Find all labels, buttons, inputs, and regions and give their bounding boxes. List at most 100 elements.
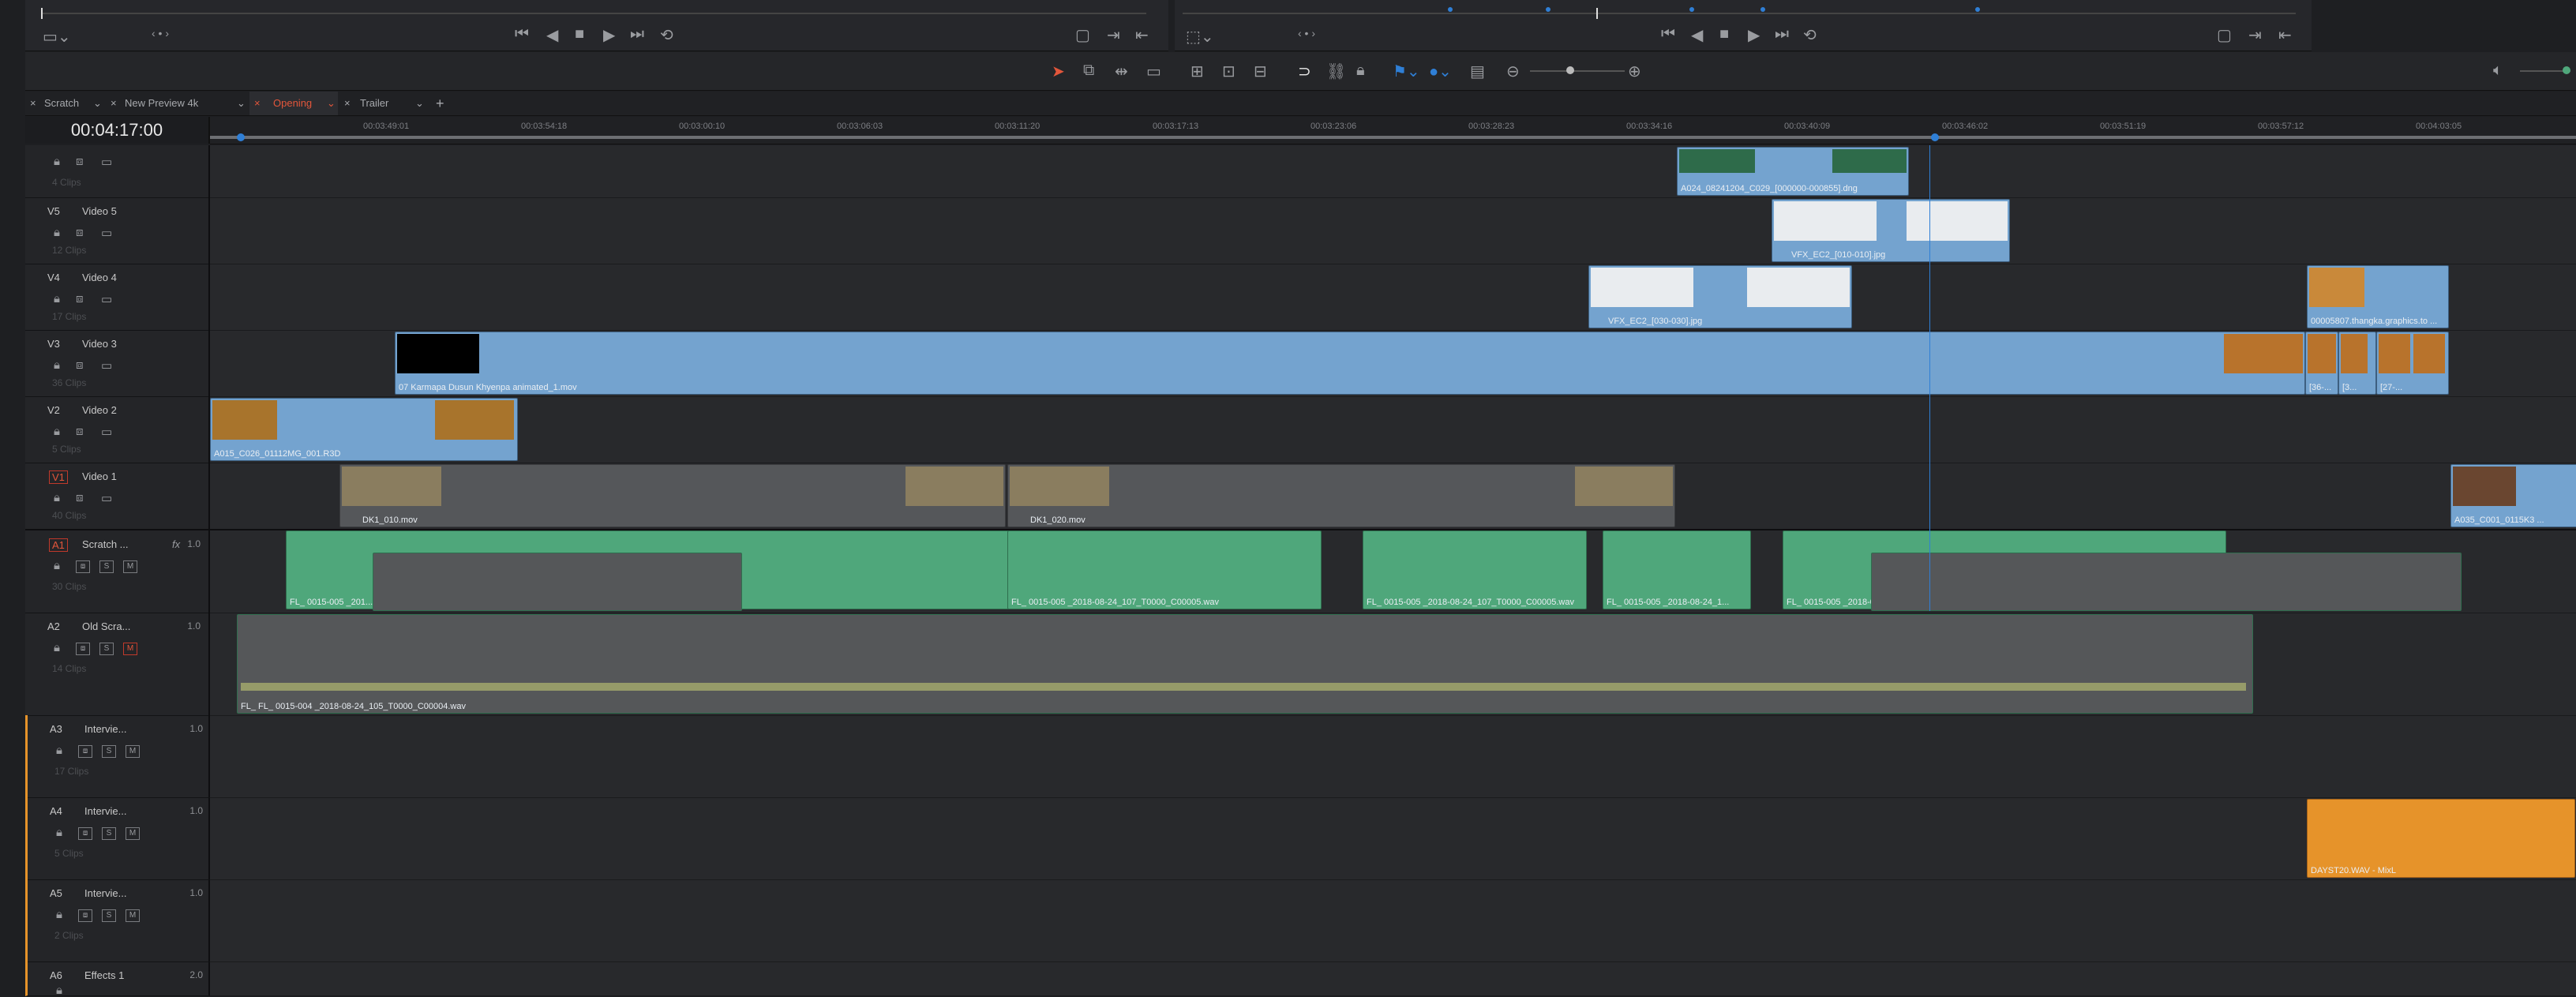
track-header-a4[interactable]: A4 Intervie... 1.0 🔒︎ ⧈ S M 5 Clips — [25, 797, 211, 880]
track-header-v1[interactable]: V1 Video 1 🔒︎ ⧈ ▭ 40 Clips — [25, 463, 208, 530]
track-header-a6[interactable]: A6 Effects 1 2.0 🔒︎ — [25, 961, 211, 997]
track-code[interactable]: V1 — [49, 470, 68, 484]
track-header-v3[interactable]: V3 Video 3 🔒︎ ⧈ ▭ 36 Clips — [25, 330, 208, 397]
track-name[interactable]: Video 1 — [82, 470, 117, 482]
match-frame-icon[interactable]: ▢ — [1075, 25, 1090, 45]
video-clip[interactable]: VFX_EC2_[010-010].jpg — [1772, 199, 2010, 262]
auto-select-icon[interactable]: ⧈ — [76, 155, 84, 168]
zoom-slider[interactable] — [1530, 70, 1625, 72]
video-clip[interactable]: [27-... — [2376, 332, 2449, 395]
video-clip[interactable]: A024_08241204_C029_[000000-000855].dng — [1677, 147, 1909, 196]
auto-select-icon[interactable]: ⧈ — [76, 226, 84, 239]
lock-icon[interactable]: 🔒︎ — [54, 155, 60, 168]
audio-clip[interactable] — [373, 553, 742, 611]
video-clip[interactable]: DK1_010.mov — [339, 464, 1006, 527]
lock-icon[interactable]: 🔒︎ — [56, 826, 62, 839]
marker[interactable] — [1975, 7, 1980, 12]
lock-icon[interactable]: 🔒︎ — [54, 292, 60, 305]
jump-end-icon[interactable]: ⏭ — [630, 25, 644, 43]
solo-button[interactable]: S — [99, 560, 114, 573]
audio-clip[interactable]: FL_ FL_ 0015-004 _2018-08-24_105_T0000_C… — [237, 614, 2253, 714]
tab-scratch[interactable]: × Scratch ⌄ — [25, 92, 104, 115]
timeline-timecode[interactable]: 00:04:17:00 — [25, 117, 210, 144]
track-visibility-icon[interactable]: ▭ — [101, 491, 112, 505]
mark-in-icon[interactable]: ⇤ — [2278, 25, 2292, 45]
lock-icon[interactable]: 🔒︎ — [54, 491, 60, 504]
jump-start-icon[interactable]: ⏮ — [1661, 25, 1675, 43]
timeline-range-bar[interactable] — [210, 136, 2576, 139]
mute-button[interactable]: M — [123, 560, 137, 573]
track-header-a5[interactable]: A5 Intervie... 1.0 🔒︎ ⧈ S M 2 Clips — [25, 879, 211, 962]
track-header-a2[interactable]: A2 Old Scra... 1.0 🔒︎ ⧈ S M 14 Clips — [25, 613, 208, 716]
viewer-mode-icon[interactable]: ⬚⌄ — [1186, 27, 1214, 47]
play-icon[interactable]: ▶ — [1748, 25, 1760, 45]
insert-clip-icon[interactable]: ⊞ — [1191, 62, 1204, 81]
dynamic-trim-icon[interactable]: ⇹ — [1115, 62, 1128, 81]
speaker-icon[interactable]: 🔈︎ — [2493, 62, 2503, 80]
chevron-down-icon[interactable]: ⌄ — [237, 92, 246, 115]
audio-clip[interactable] — [1871, 553, 2462, 611]
overwrite-clip-icon[interactable]: ⊡ — [1222, 62, 1236, 81]
close-icon[interactable]: × — [344, 92, 351, 115]
replace-clip-icon[interactable]: ⊟ — [1254, 62, 1267, 81]
lock-icon[interactable]: 🔒︎ — [54, 425, 60, 438]
reverse-play-icon[interactable]: ◀ — [1691, 25, 1703, 45]
timeline-tracks[interactable]: A024_08241204_C029_[000000-000855].dng V… — [210, 145, 2576, 996]
zoom-out-icon[interactable]: ⊖ — [1506, 62, 1520, 81]
chevron-down-icon[interactable]: ⌄ — [415, 92, 424, 115]
solo-button[interactable]: S — [102, 745, 116, 758]
add-timeline-tab-button[interactable]: + — [436, 92, 452, 115]
solo-button[interactable]: S — [99, 643, 114, 655]
mark-out-icon[interactable]: ⇥ — [1107, 25, 1120, 45]
auto-select-icon[interactable]: ⧈ — [76, 292, 84, 305]
video-clip[interactable]: 00005807.thangka.graphics.to ... — [2307, 265, 2449, 328]
timeline-view-options-icon[interactable]: ▤ — [1470, 62, 1485, 81]
track-lane-a5[interactable] — [210, 879, 2576, 962]
position-lock-icon[interactable]: 🔒︎ — [1356, 62, 1365, 80]
track-header-v4[interactable]: V4 Video 4 🔒︎ ⧈ ▭ 17 Clips — [25, 264, 208, 331]
track-visibility-icon[interactable]: ▭ — [101, 358, 112, 373]
auto-select-icon[interactable]: ⧈ — [78, 745, 92, 758]
video-clip[interactable]: DK1_020.mov — [1007, 464, 1675, 527]
track-lane-v5[interactable] — [210, 197, 2576, 264]
zoom-in-icon[interactable]: ⊕ — [1628, 62, 1641, 81]
video-clip[interactable]: [3... — [2338, 332, 2376, 395]
auto-select-icon[interactable]: ⧈ — [78, 827, 92, 840]
mute-button[interactable]: M — [126, 909, 140, 922]
video-clip[interactable]: [36-... — [2305, 332, 2338, 395]
close-icon[interactable]: × — [30, 92, 36, 115]
clip-nav-icon[interactable]: ‹ • › — [1298, 27, 1315, 39]
marker[interactable] — [1689, 7, 1694, 12]
track-name[interactable]: Video 3 — [82, 338, 117, 350]
loop-icon[interactable]: ⟲ — [1803, 25, 1817, 45]
track-lane-v2[interactable] — [210, 396, 2576, 463]
auto-select-icon[interactable]: ⧈ — [76, 425, 84, 438]
track-name[interactable]: Video 5 — [82, 205, 117, 217]
track-header-v6[interactable]: 🔒︎ ⧈ ▭ 4 Clips — [25, 145, 208, 198]
match-frame-icon[interactable]: ▢ — [2217, 25, 2232, 45]
track-visibility-icon[interactable]: ▭ — [101, 155, 112, 169]
mute-button[interactable]: M — [126, 745, 140, 758]
marker-icon[interactable]: ●⌄ — [1429, 62, 1452, 81]
track-name[interactable]: Effects 1 — [84, 969, 124, 981]
volume-slider-handle[interactable] — [2563, 66, 2570, 74]
audio-clip[interactable]: DAYST20.WAV - MixL — [2307, 799, 2575, 878]
track-name[interactable]: Old Scra... — [82, 620, 130, 632]
tab-trailer[interactable]: × Trailer ⌄ — [339, 92, 428, 115]
loop-icon[interactable]: ⟲ — [660, 25, 673, 45]
reverse-play-icon[interactable]: ◀ — [546, 25, 558, 45]
chevron-down-icon[interactable]: ⌄ — [93, 92, 102, 115]
mark-in-icon[interactable]: ⇤ — [1135, 25, 1149, 45]
auto-select-icon[interactable]: ⧈ — [76, 358, 84, 372]
selection-tool-icon[interactable]: ➤ — [1052, 62, 1065, 81]
play-icon[interactable]: ▶ — [603, 25, 615, 45]
track-header-a3[interactable]: A3 Intervie... 1.0 🔒︎ ⧈ S M 17 Clips — [25, 715, 211, 798]
tab-new-preview-4k[interactable]: × New Preview 4k ⌄ — [106, 92, 248, 115]
mute-button[interactable]: M — [126, 827, 140, 840]
track-visibility-icon[interactable]: ▭ — [101, 425, 112, 439]
tab-opening[interactable]: × Opening ⌄ — [249, 92, 338, 115]
mark-out-icon[interactable]: ⇥ — [2248, 25, 2262, 45]
lock-icon[interactable]: 🔒︎ — [54, 358, 60, 372]
lock-icon[interactable]: 🔒︎ — [54, 226, 60, 239]
timeline-scrubber[interactable] — [1183, 13, 2296, 14]
